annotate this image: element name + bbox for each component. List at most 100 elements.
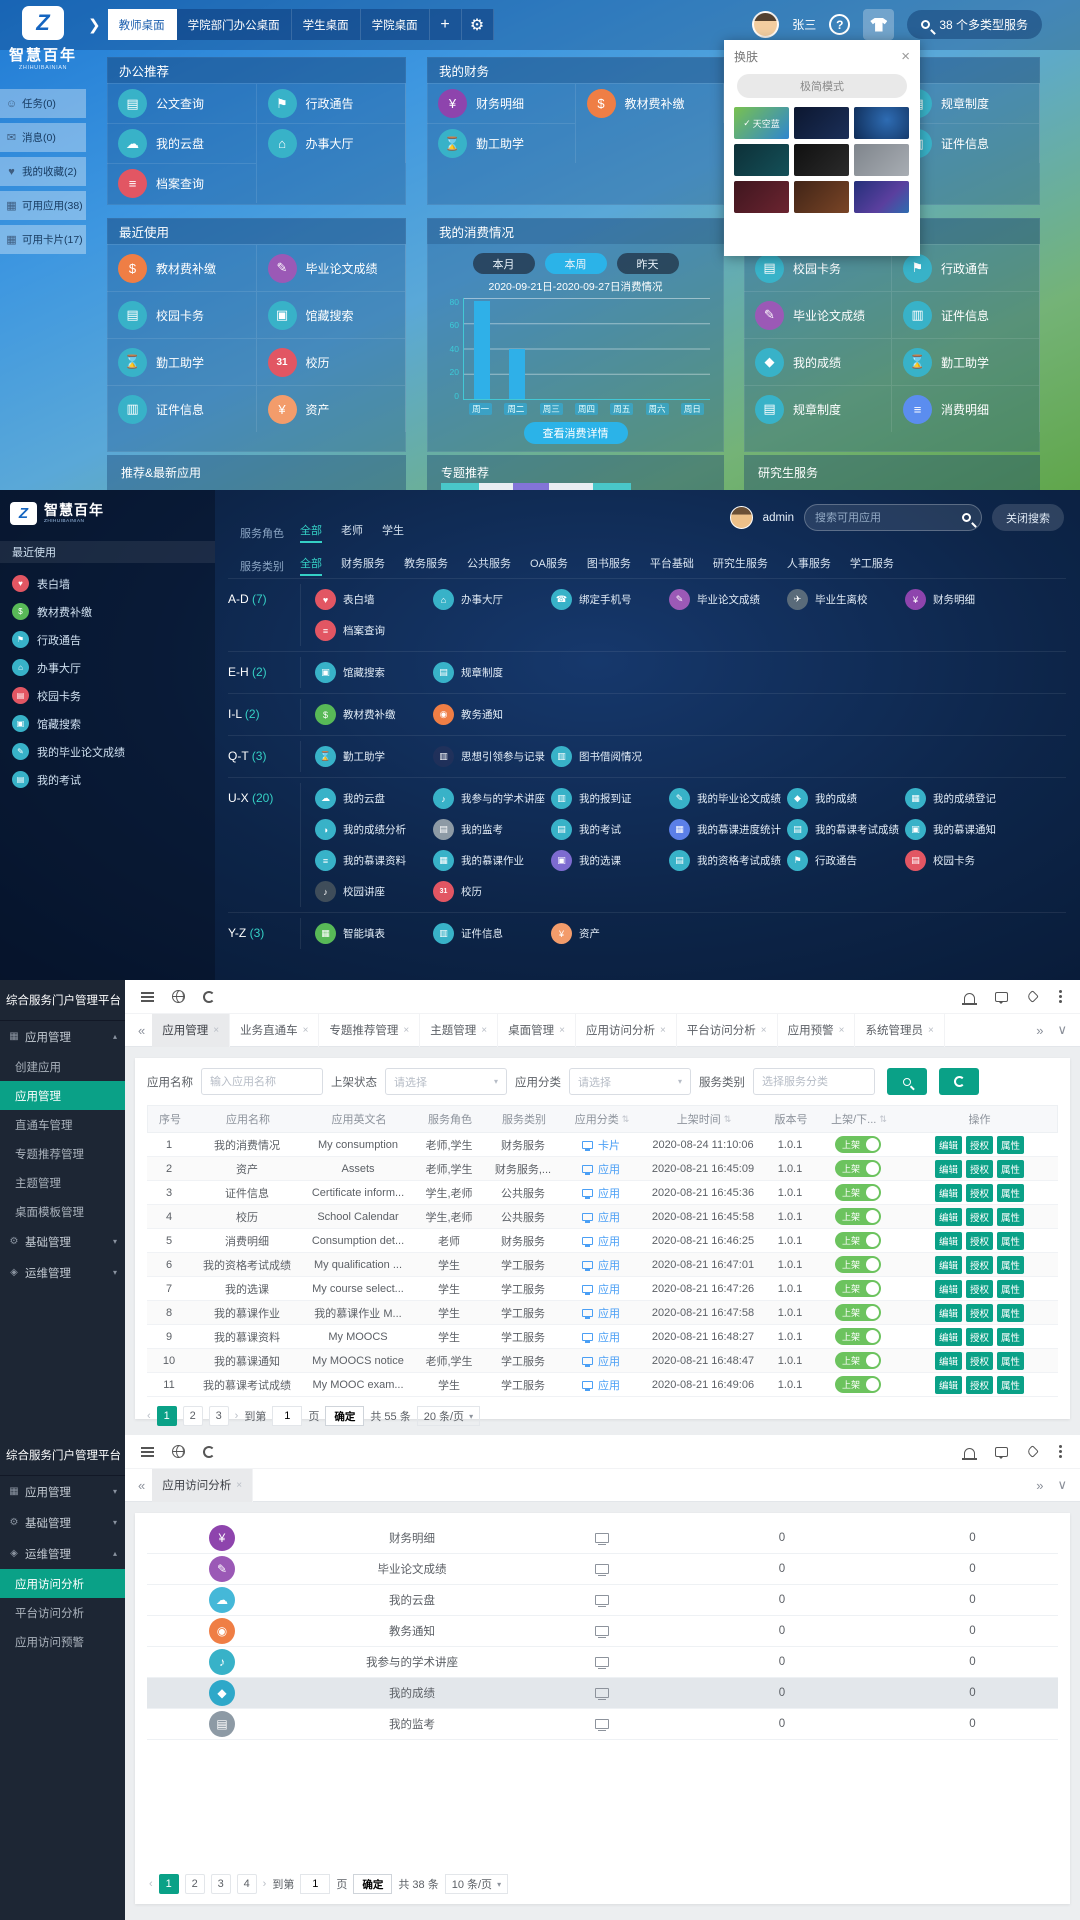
- action-button[interactable]: 编辑: [935, 1352, 962, 1370]
- action-button[interactable]: 属性: [997, 1208, 1024, 1226]
- theme-thumbnail[interactable]: ✓: [794, 181, 849, 213]
- app-tile[interactable]: ⚑ 行政通告: [257, 83, 407, 123]
- page-number[interactable]: 1: [157, 1406, 177, 1426]
- search-button[interactable]: [887, 1068, 927, 1095]
- page-number[interactable]: 2: [183, 1406, 203, 1426]
- action-button[interactable]: 属性: [997, 1184, 1024, 1202]
- filter-option[interactable]: 研究生服务: [713, 555, 768, 576]
- jump-page-input[interactable]: [272, 1406, 302, 1426]
- app-tile[interactable]: ⌛ 勤工助学: [315, 746, 433, 767]
- recent-app-item[interactable]: ⚑ 行政通告: [12, 631, 203, 648]
- app-tile[interactable]: ▤ 校园卡务: [905, 850, 1023, 871]
- sidebar-item[interactable]: ▦ 可用卡片(17): [0, 225, 86, 254]
- range-button[interactable]: 昨天: [617, 253, 679, 274]
- publish-toggle[interactable]: 上架: [835, 1328, 881, 1345]
- recent-app-item[interactable]: ▣ 馆藏搜索: [12, 715, 203, 732]
- toolbar-icon[interactable]: [172, 990, 185, 1003]
- sort-icon[interactable]: ⇅: [622, 1114, 630, 1125]
- app-tile[interactable]: ≡ 档案查询: [315, 620, 433, 641]
- app-tile[interactable]: ¥ 财务明细: [905, 589, 1023, 610]
- range-button[interactable]: 本月: [473, 253, 535, 274]
- theme-thumbnail[interactable]: ✓: [734, 181, 789, 213]
- category-link[interactable]: 应用: [582, 1377, 620, 1393]
- filter-option[interactable]: OA服务: [530, 555, 568, 576]
- publish-toggle[interactable]: 上架: [835, 1160, 881, 1177]
- add-desktop-button[interactable]: +: [430, 9, 462, 40]
- sidebar-parent-item[interactable]: ⚙ 基础管理: [0, 1507, 125, 1538]
- filter-option[interactable]: 财务服务: [341, 555, 385, 576]
- page-number[interactable]: 3: [211, 1874, 231, 1894]
- publish-toggle[interactable]: 上架: [835, 1352, 881, 1369]
- publish-toggle[interactable]: 上架: [835, 1280, 881, 1297]
- action-button[interactable]: 授权: [966, 1208, 993, 1226]
- action-button[interactable]: 编辑: [935, 1208, 962, 1226]
- app-tile[interactable]: ☁ 我的云盘: [315, 788, 433, 809]
- page-number[interactable]: 3: [209, 1406, 229, 1426]
- admin-tab[interactable]: 系统管理员 ×: [855, 1014, 944, 1047]
- tabs-scroll-right-icon[interactable]: »: [1029, 1478, 1050, 1493]
- admin-tab[interactable]: 应用管理 ×: [152, 1014, 230, 1047]
- filter-option[interactable]: 图书服务: [587, 555, 631, 576]
- action-button[interactable]: 属性: [997, 1352, 1024, 1370]
- action-button[interactable]: 授权: [966, 1280, 993, 1298]
- recent-app-item[interactable]: ♥ 表白墙: [12, 575, 203, 592]
- tabs-dropdown-icon[interactable]: ∨: [1050, 1477, 1074, 1493]
- submenu-item[interactable]: 桌面模板管理: [0, 1197, 125, 1226]
- app-tile[interactable]: 31 校历: [257, 338, 407, 385]
- publish-toggle[interactable]: 上架: [835, 1232, 881, 1249]
- action-button[interactable]: 属性: [997, 1280, 1024, 1298]
- sidebar-item[interactable]: ♥ 我的收藏(2): [0, 157, 86, 186]
- publish-toggle[interactable]: 上架: [835, 1376, 881, 1393]
- toolbar-icon[interactable]: [1028, 1447, 1037, 1456]
- submenu-item[interactable]: 应用访问预警: [0, 1627, 125, 1656]
- filter-option[interactable]: 平台基础: [650, 555, 694, 576]
- submenu-item[interactable]: 应用管理: [0, 1081, 125, 1110]
- app-tile[interactable]: ⌛ 勤工助学: [107, 338, 257, 385]
- admin-tab[interactable]: 主题管理 ×: [420, 1014, 498, 1047]
- admin-tab[interactable]: 平台访问分析 ×: [677, 1014, 778, 1047]
- submenu-item[interactable]: 直通车管理: [0, 1110, 125, 1139]
- action-button[interactable]: 授权: [966, 1256, 993, 1274]
- admin-tab[interactable]: 应用访问分析 ×: [576, 1014, 677, 1047]
- app-name-input[interactable]: [201, 1068, 323, 1095]
- filter-option[interactable]: 全部: [300, 555, 322, 576]
- filter-option[interactable]: 老师: [341, 522, 363, 543]
- page-number[interactable]: 4: [237, 1874, 257, 1894]
- sidebar-parent-item[interactable]: ▦ 应用管理: [0, 1476, 125, 1507]
- action-button[interactable]: 编辑: [935, 1328, 962, 1346]
- app-tile[interactable]: ⌂ 办事大厅: [257, 123, 407, 163]
- publish-toggle[interactable]: 上架: [835, 1208, 881, 1225]
- action-button[interactable]: 编辑: [935, 1376, 962, 1394]
- theme-thumbnail[interactable]: ✓: [854, 181, 909, 213]
- desktop-tab[interactable]: 学生桌面: [292, 9, 361, 40]
- app-tile[interactable]: ≡ 消费明细: [892, 385, 1040, 432]
- app-tile[interactable]: ¥ 资产: [551, 923, 669, 944]
- tabs-scroll-left-icon[interactable]: «: [131, 1023, 152, 1038]
- app-tile[interactable]: ▤ 我的资格考试成绩: [669, 850, 787, 871]
- jump-page-input[interactable]: [300, 1874, 330, 1894]
- action-button[interactable]: 编辑: [935, 1280, 962, 1298]
- category-link[interactable]: 应用: [582, 1257, 620, 1273]
- app-tile[interactable]: ▤ 我的慕课考试成绩: [787, 819, 905, 840]
- next-page-icon[interactable]: ›: [235, 1410, 239, 1422]
- chevron-right-icon[interactable]: ❯: [88, 16, 101, 34]
- submenu-item[interactable]: 专题推荐管理: [0, 1139, 125, 1168]
- app-tile[interactable]: ▤ 我的考试: [551, 819, 669, 840]
- tab-close-icon[interactable]: ×: [928, 1025, 934, 1036]
- admin-tab[interactable]: 桌面管理 ×: [498, 1014, 576, 1047]
- app-tile[interactable]: ▥ 图书借阅情况: [551, 746, 669, 767]
- app-tile[interactable]: ¥ 财务明细: [427, 83, 576, 123]
- app-tile[interactable]: ⚑ 行政通告: [787, 850, 905, 871]
- action-button[interactable]: 授权: [966, 1160, 993, 1178]
- publish-toggle[interactable]: 上架: [835, 1184, 881, 1201]
- admin-tab[interactable]: 应用访问分析 ×: [152, 1469, 253, 1502]
- action-button[interactable]: 属性: [997, 1304, 1024, 1322]
- action-button[interactable]: 授权: [966, 1328, 993, 1346]
- theme-thumbnail[interactable]: ✓: [854, 144, 909, 176]
- action-button[interactable]: 编辑: [935, 1136, 962, 1154]
- submenu-item[interactable]: 应用访问分析: [0, 1569, 125, 1598]
- recent-app-item[interactable]: ✎ 我的毕业论文成绩: [12, 743, 203, 760]
- action-button[interactable]: 授权: [966, 1376, 993, 1394]
- action-button[interactable]: 属性: [997, 1256, 1024, 1274]
- recent-app-item[interactable]: ▤ 校园卡务: [12, 687, 203, 704]
